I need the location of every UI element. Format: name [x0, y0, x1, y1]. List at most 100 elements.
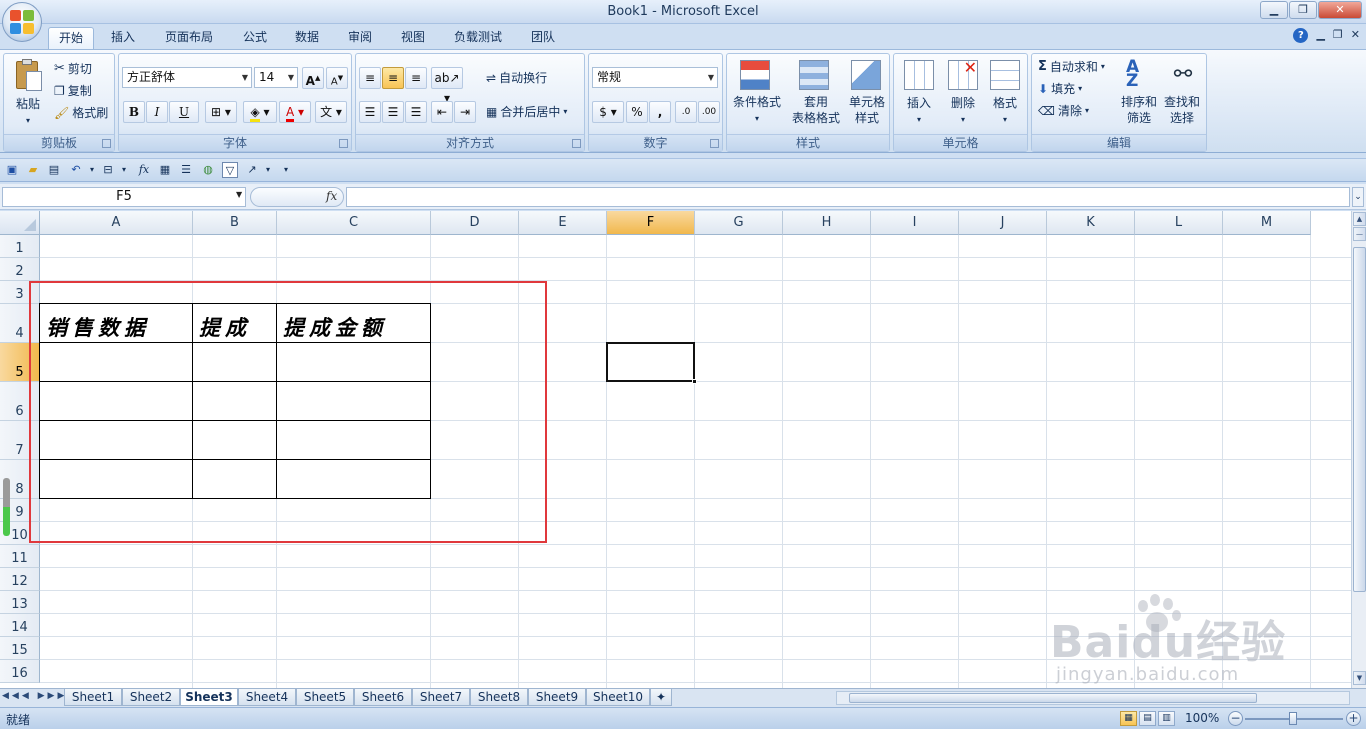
insert-sheet-icon[interactable]: ✦: [650, 689, 672, 706]
conditional-format-button[interactable]: 条件格式: [729, 94, 785, 111]
align-bottom-button[interactable]: ≡: [405, 67, 427, 89]
paste-icon[interactable]: [14, 59, 42, 93]
cut-button[interactable]: ✂ 剪切: [54, 60, 92, 77]
insert-function-button[interactable]: fx: [326, 189, 337, 203]
name-box[interactable]: F5: [2, 187, 246, 207]
active-cell[interactable]: [606, 342, 695, 382]
row-header-12[interactable]: 12: [0, 568, 40, 591]
cell-style-icon[interactable]: [851, 60, 881, 90]
chevron-down-icon[interactable]: ▾: [898, 111, 940, 128]
row-header-1[interactable]: 1: [0, 235, 40, 258]
tab-team[interactable]: 团队: [520, 27, 566, 49]
sort-filter-line2[interactable]: 筛选: [1118, 110, 1160, 127]
minimize-icon[interactable]: ▁: [1260, 1, 1288, 19]
decrease-indent-button[interactable]: ⇤: [431, 101, 453, 123]
delete-cells-icon[interactable]: ✕: [948, 60, 978, 90]
zoom-level[interactable]: 100%: [1185, 711, 1219, 725]
tab-formulas[interactable]: 公式: [232, 27, 278, 49]
split-handle[interactable]: —: [1353, 227, 1366, 241]
function-icon[interactable]: fx: [136, 162, 152, 178]
fill-color-button[interactable]: ◈ ▾: [243, 101, 277, 123]
align-right-button[interactable]: ☰: [405, 101, 427, 123]
cell-style-line1[interactable]: 单元格: [845, 94, 889, 111]
find-select-line1[interactable]: 查找和: [1160, 94, 1204, 111]
table-icon[interactable]: ▦: [157, 162, 173, 178]
print-preview-icon[interactable]: ▤: [46, 162, 62, 178]
paste-button[interactable]: 粘贴: [8, 96, 48, 113]
alignment-launcher-icon[interactable]: [572, 139, 581, 148]
column-header-L[interactable]: L: [1135, 211, 1223, 235]
sheet-tab-sheet5[interactable]: Sheet5: [296, 689, 354, 706]
column-header-A[interactable]: A: [40, 211, 193, 235]
align-left-button[interactable]: ☰: [359, 101, 381, 123]
restore-icon[interactable]: ❐: [1289, 1, 1317, 19]
grow-font-button[interactable]: A▲: [302, 67, 324, 89]
tab-insert[interactable]: 插入: [100, 27, 146, 49]
zoom-in-icon[interactable]: +: [1346, 711, 1361, 726]
paste-dropdown-icon[interactable]: ▾: [8, 112, 48, 129]
row-header-11[interactable]: 11: [0, 545, 40, 568]
chevron-down-icon[interactable]: ▾: [984, 111, 1026, 128]
font-color-button[interactable]: A ▾: [279, 101, 311, 123]
row-header-13[interactable]: 13: [0, 591, 40, 614]
comma-button[interactable]: ,: [649, 101, 671, 123]
clipboard-launcher-icon[interactable]: [102, 139, 111, 148]
column-header-H[interactable]: H: [783, 211, 871, 235]
column-header-D[interactable]: D: [431, 211, 519, 235]
align-center-button[interactable]: ☰: [382, 101, 404, 123]
expand-formula-icon[interactable]: ⌄: [1352, 187, 1364, 207]
undo-dropdown-icon[interactable]: ▾: [84, 162, 100, 178]
orientation-qat-icon[interactable]: ↗: [244, 162, 260, 178]
underline-button[interactable]: U: [169, 101, 199, 123]
shrink-font-button[interactable]: A▼: [326, 67, 348, 89]
sheet-nav-icon[interactable]: ◀◀◀ ▶▶▶: [2, 691, 67, 701]
sort-filter-line1[interactable]: 排序和: [1118, 94, 1160, 111]
column-header-E[interactable]: E: [519, 211, 607, 235]
scroll-down-icon[interactable]: ▼: [1353, 671, 1366, 685]
format-painter-button[interactable]: 🖌 格式刷: [54, 104, 108, 121]
autosum-button[interactable]: Σ 自动求和 ▾: [1038, 58, 1105, 75]
zoom-slider-thumb[interactable]: [1289, 712, 1297, 725]
tab-page-layout[interactable]: 页面布局: [158, 27, 220, 49]
scroll-up-icon[interactable]: ▲: [1353, 212, 1366, 226]
column-header-B[interactable]: B: [193, 211, 277, 235]
number-launcher-icon[interactable]: [710, 139, 719, 148]
customize-qat-icon[interactable]: ▾: [278, 162, 294, 178]
normal-view-icon[interactable]: ▦: [1120, 711, 1137, 726]
bold-button[interactable]: B: [123, 101, 145, 123]
row-header-2[interactable]: 2: [0, 258, 40, 281]
row-header-15[interactable]: 15: [0, 637, 40, 660]
tab-review[interactable]: 审阅: [337, 27, 383, 49]
orientation-button[interactable]: ab↗ ▾: [431, 67, 463, 105]
increase-indent-button[interactable]: ⇥: [454, 101, 476, 123]
filter-icon[interactable]: ▽: [222, 162, 238, 178]
scroll-thumb[interactable]: [1353, 247, 1366, 592]
clear-button[interactable]: ⌫ 清除 ▾: [1038, 102, 1089, 119]
table-format-line1[interactable]: 套用: [785, 94, 847, 111]
close-icon[interactable]: ✕: [1318, 1, 1362, 19]
sort-filter-icon[interactable]: AZ: [1126, 59, 1156, 90]
list-icon[interactable]: ☰: [178, 162, 194, 178]
fill-handle[interactable]: [692, 379, 697, 384]
merge-center-button[interactable]: ▦ 合并后居中 ▾: [486, 103, 567, 120]
number-format-select[interactable]: 常规 ▼: [592, 67, 718, 88]
chevron-down-icon[interactable]: ▼: [236, 190, 242, 199]
orientation-dropdown-icon[interactable]: ▾: [260, 162, 276, 178]
format-cells-button[interactable]: 格式: [984, 95, 1026, 112]
chevron-down-icon[interactable]: ▾: [729, 110, 785, 127]
select-all-corner[interactable]: [0, 211, 40, 235]
column-header-J[interactable]: J: [959, 211, 1047, 235]
borders-button[interactable]: ⊞ ▾: [205, 101, 237, 123]
column-header-C[interactable]: C: [277, 211, 431, 235]
conditional-format-icon[interactable]: [740, 60, 770, 90]
page-break-view-icon[interactable]: ▥: [1158, 711, 1175, 726]
insert-cells-button[interactable]: 插入: [898, 95, 940, 112]
percent-button[interactable]: %: [626, 101, 648, 123]
cell-style-line2[interactable]: 样式: [845, 110, 889, 127]
sheet-tab-sheet9[interactable]: Sheet9: [528, 689, 586, 706]
page-layout-view-icon[interactable]: ▤: [1139, 711, 1156, 726]
zoom-out-icon[interactable]: −: [1228, 711, 1243, 726]
sheet-tab-sheet7[interactable]: Sheet7: [412, 689, 470, 706]
copy-button[interactable]: ❐ 复制: [54, 82, 92, 99]
ribbon-close-icon[interactable]: ✕: [1351, 28, 1360, 43]
